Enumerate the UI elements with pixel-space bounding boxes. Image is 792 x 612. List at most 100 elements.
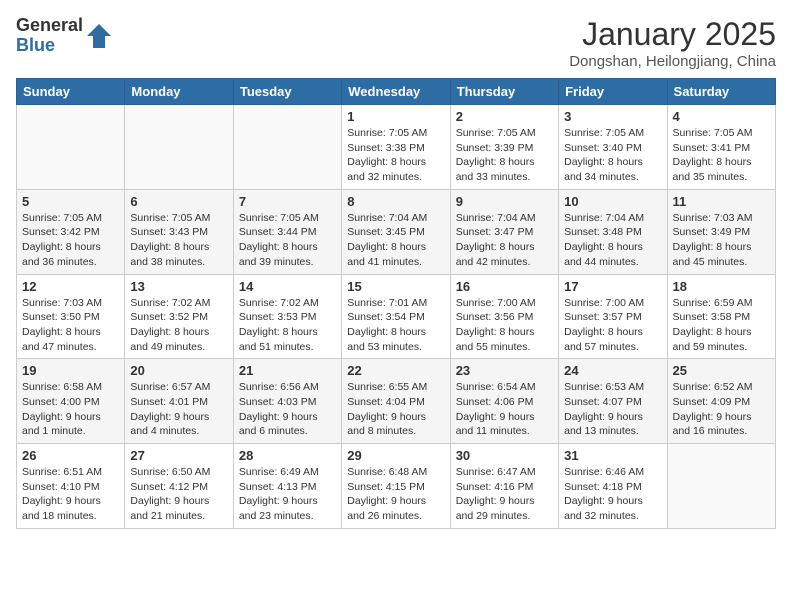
day-number: 16 [456,279,553,294]
day-cell: 31Sunrise: 6:46 AM Sunset: 4:18 PM Dayli… [559,444,667,529]
day-cell [125,105,233,190]
day-cell [667,444,775,529]
page-header: General Blue January 2025 Dongshan, Heil… [16,16,776,70]
day-number: 18 [673,279,770,294]
day-cell: 12 Sunrise: 7:03 AM Sunset: 3:50 PM Dayli… [17,274,125,359]
day-number: 4 [673,109,770,124]
day-info: Sunrise: 7:03 AM Sunset: 3:49 PM Dayligh… [673,211,770,270]
day-cell: 22Sunrise: 6:55 AM Sunset: 4:04 PM Dayli… [342,359,450,444]
day-number: 30 [456,448,553,463]
day-info: Sunrise: 7:03 AM Sunset: 3:50 PM Dayligh… [22,296,119,355]
day-cell: 21Sunrise: 6:56 AM Sunset: 4:03 PM Dayli… [233,359,341,444]
day-cell: 7 Sunrise: 7:05 AM Sunset: 3:44 PM Daylig… [233,189,341,274]
day-info: Sunrise: 6:59 AM Sunset: 3:58 PM Dayligh… [673,296,770,355]
day-info: Sunrise: 7:05 AM Sunset: 3:41 PM Dayligh… [673,126,770,185]
day-cell: 5Sunrise: 7:05 AM Sunset: 3:42 PM Daylig… [17,189,125,274]
day-number: 7 [239,194,336,209]
day-info: Sunrise: 7:05 AM Sunset: 3:44 PM Dayligh… [239,211,336,270]
day-number: 20 [130,363,227,378]
day-info: Sunrise: 6:50 AM Sunset: 4:12 PM Dayligh… [130,465,227,524]
day-cell: 9Sunrise: 7:04 AM Sunset: 3:47 PM Daylig… [450,189,558,274]
day-number: 15 [347,279,444,294]
day-number: 23 [456,363,553,378]
day-cell: 25Sunrise: 6:52 AM Sunset: 4:09 PM Dayli… [667,359,775,444]
day-cell: 26Sunrise: 6:51 AM Sunset: 4:10 PM Dayli… [17,444,125,529]
week-row-4: 19Sunrise: 6:58 AM Sunset: 4:00 PM Dayli… [17,359,776,444]
location-subtitle: Dongshan, Heilongjiang, China [569,53,776,70]
day-info: Sunrise: 6:48 AM Sunset: 4:15 PM Dayligh… [347,465,444,524]
week-row-1: 1Sunrise: 7:05 AM Sunset: 3:38 PM Daylig… [17,105,776,190]
day-cell: 15 Sunrise: 7:01 AM Sunset: 3:54 PM Dayli… [342,274,450,359]
logo-blue: Blue [16,36,83,56]
day-cell: 24 Sunrise: 6:53 AM Sunset: 4:07 PM Dayli… [559,359,667,444]
weekday-header-tuesday: Tuesday [233,79,341,105]
day-number: 24 [564,363,661,378]
day-info: Sunrise: 6:56 AM Sunset: 4:03 PM Dayligh… [239,380,336,439]
day-cell: 4 Sunrise: 7:05 AM Sunset: 3:41 PM Daylig… [667,105,775,190]
day-number: 28 [239,448,336,463]
day-info: Sunrise: 6:57 AM Sunset: 4:01 PM Dayligh… [130,380,227,439]
day-number: 10 [564,194,661,209]
day-number: 6 [130,194,227,209]
day-info: Sunrise: 7:02 AM Sunset: 3:53 PM Dayligh… [239,296,336,355]
day-number: 3 [564,109,661,124]
logo-general: General [16,16,83,36]
day-info: Sunrise: 6:47 AM Sunset: 4:16 PM Dayligh… [456,465,553,524]
day-info: Sunrise: 6:54 AM Sunset: 4:06 PM Dayligh… [456,380,553,439]
day-cell: 17 Sunrise: 7:00 AM Sunset: 3:57 PM Dayli… [559,274,667,359]
weekday-header-monday: Monday [125,79,233,105]
day-cell: 29 Sunrise: 6:48 AM Sunset: 4:15 PM Dayli… [342,444,450,529]
day-number: 22 [347,363,444,378]
week-row-2: 5Sunrise: 7:05 AM Sunset: 3:42 PM Daylig… [17,189,776,274]
logo: General Blue [16,16,113,56]
day-info: Sunrise: 7:00 AM Sunset: 3:57 PM Dayligh… [564,296,661,355]
day-number: 27 [130,448,227,463]
weekday-header-friday: Friday [559,79,667,105]
day-number: 25 [673,363,770,378]
day-cell [17,105,125,190]
day-info: Sunrise: 6:49 AM Sunset: 4:13 PM Dayligh… [239,465,336,524]
day-number: 1 [347,109,444,124]
day-info: Sunrise: 6:53 AM Sunset: 4:07 PM Dayligh… [564,380,661,439]
day-cell: 30 Sunrise: 6:47 AM Sunset: 4:16 PM Dayli… [450,444,558,529]
day-info: Sunrise: 7:00 AM Sunset: 3:56 PM Dayligh… [456,296,553,355]
day-cell: 13 Sunrise: 7:02 AM Sunset: 3:52 PM Dayli… [125,274,233,359]
day-number: 8 [347,194,444,209]
day-number: 11 [673,194,770,209]
day-cell: 23 Sunrise: 6:54 AM Sunset: 4:06 PM Dayli… [450,359,558,444]
day-info: Sunrise: 7:04 AM Sunset: 3:48 PM Dayligh… [564,211,661,270]
day-cell [233,105,341,190]
day-cell: 20 Sunrise: 6:57 AM Sunset: 4:01 PM Dayli… [125,359,233,444]
day-cell: 8 Sunrise: 7:04 AM Sunset: 3:45 PM Daylig… [342,189,450,274]
calendar-table: SundayMondayTuesdayWednesdayThursdayFrid… [16,78,776,529]
weekday-header-thursday: Thursday [450,79,558,105]
day-number: 17 [564,279,661,294]
day-info: Sunrise: 6:46 AM Sunset: 4:18 PM Dayligh… [564,465,661,524]
weekday-header-wednesday: Wednesday [342,79,450,105]
week-row-3: 12 Sunrise: 7:03 AM Sunset: 3:50 PM Dayli… [17,274,776,359]
day-number: 14 [239,279,336,294]
day-info: Sunrise: 7:01 AM Sunset: 3:54 PM Dayligh… [347,296,444,355]
day-number: 13 [130,279,227,294]
day-cell: 19Sunrise: 6:58 AM Sunset: 4:00 PM Dayli… [17,359,125,444]
day-info: Sunrise: 7:05 AM Sunset: 3:40 PM Dayligh… [564,126,661,185]
day-number: 19 [22,363,119,378]
logo-icon [85,22,113,50]
day-number: 2 [456,109,553,124]
day-cell: 28 Sunrise: 6:49 AM Sunset: 4:13 PM Dayli… [233,444,341,529]
day-cell: 2Sunrise: 7:05 AM Sunset: 3:39 PM Daylig… [450,105,558,190]
day-cell: 14 Sunrise: 7:02 AM Sunset: 3:53 PM Dayli… [233,274,341,359]
day-cell: 10 Sunrise: 7:04 AM Sunset: 3:48 PM Dayli… [559,189,667,274]
day-cell: 11 Sunrise: 7:03 AM Sunset: 3:49 PM Dayli… [667,189,775,274]
day-info: Sunrise: 7:04 AM Sunset: 3:45 PM Dayligh… [347,211,444,270]
day-number: 12 [22,279,119,294]
day-info: Sunrise: 7:02 AM Sunset: 3:52 PM Dayligh… [130,296,227,355]
weekday-header-sunday: Sunday [17,79,125,105]
weekday-header-saturday: Saturday [667,79,775,105]
month-title: January 2025 [569,16,776,53]
day-number: 29 [347,448,444,463]
day-cell: 16 Sunrise: 7:00 AM Sunset: 3:56 PM Dayli… [450,274,558,359]
day-cell: 18 Sunrise: 6:59 AM Sunset: 3:58 PM Dayli… [667,274,775,359]
day-info: Sunrise: 7:05 AM Sunset: 3:43 PM Dayligh… [130,211,227,270]
day-cell: 27 Sunrise: 6:50 AM Sunset: 4:12 PM Dayli… [125,444,233,529]
